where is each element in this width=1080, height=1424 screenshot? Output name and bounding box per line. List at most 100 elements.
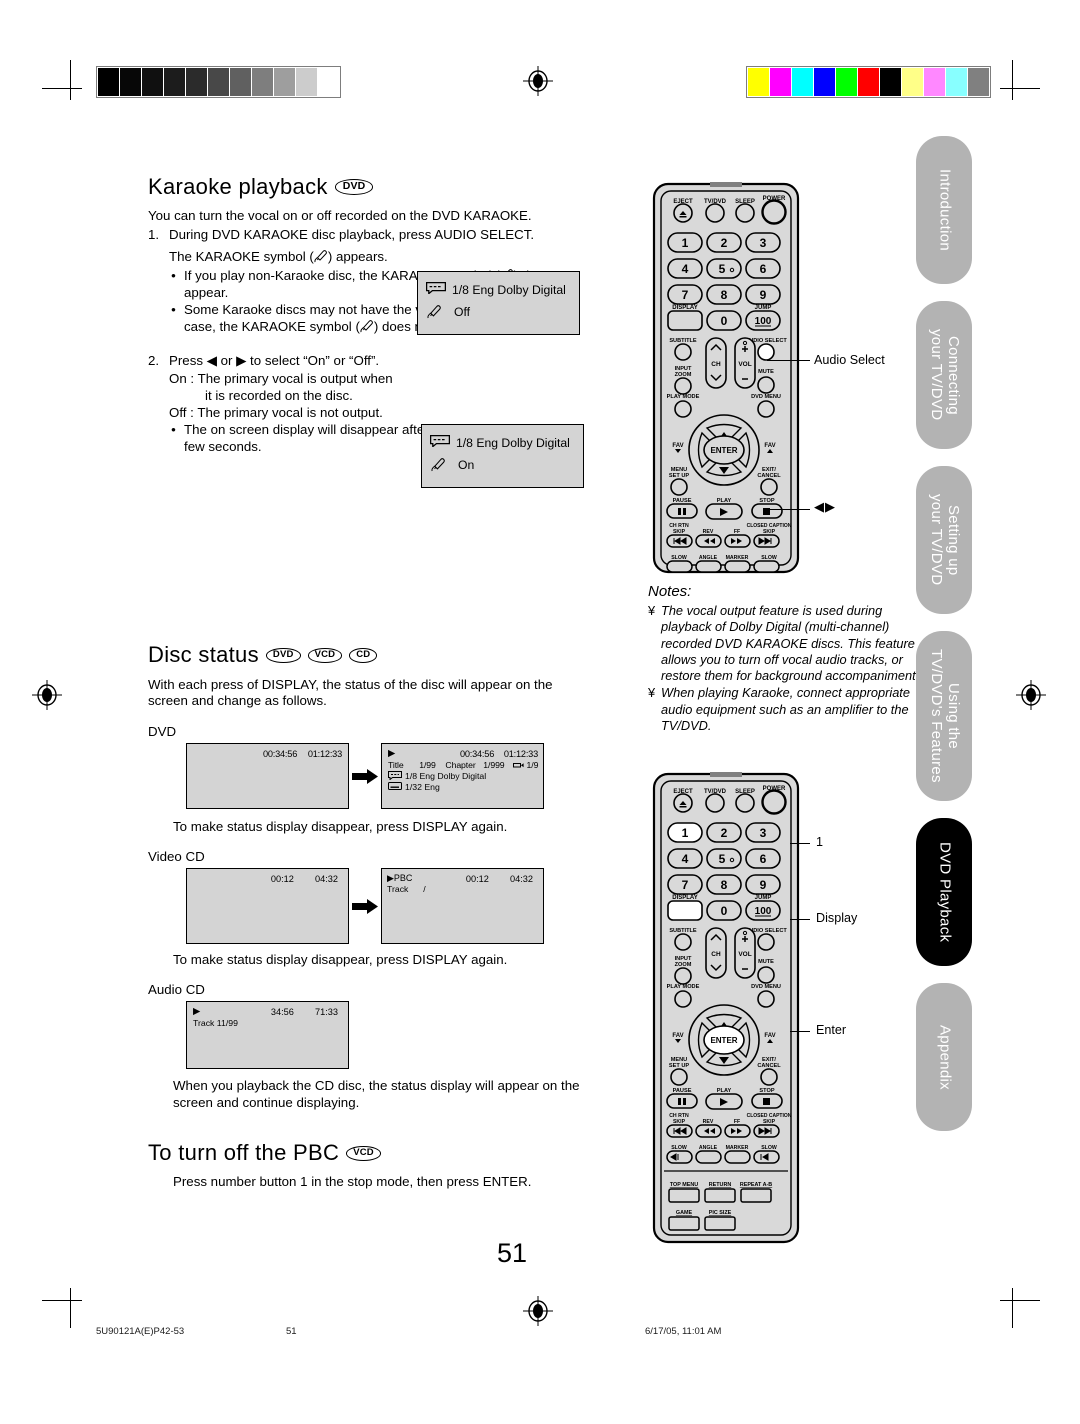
bullet-dot: •	[171, 302, 176, 318]
dvd-chapter-value: 1/999	[483, 759, 505, 770]
svg-text:MUTE: MUTE	[758, 959, 774, 965]
callout-one: 1	[816, 835, 824, 849]
karaoke-steps: 1. During DVD KARAOKE disc playback, pre…	[148, 227, 600, 244]
color-swatch	[858, 68, 879, 96]
audio-cd-screens: ▶ 34:56 71:33 Track 11/99	[148, 1001, 600, 1071]
dvd-elapsed-a: 00:34:56	[262, 748, 298, 759]
crop-mark-bottom-right	[1000, 1288, 1040, 1328]
svg-text:VOL: VOL	[738, 361, 751, 368]
callout-line-one	[790, 843, 810, 844]
svg-text:SLOW: SLOW	[671, 1145, 687, 1151]
vcd-track-label: Track	[387, 884, 409, 895]
svg-text:PAUSE: PAUSE	[673, 1088, 692, 1094]
crop-mark-top-left	[42, 60, 82, 100]
registration-mark-left	[32, 680, 62, 710]
svg-text:5: 5	[719, 852, 726, 866]
callout-left-right: ◀▶	[814, 499, 836, 514]
grayscale-swatch	[274, 68, 295, 96]
dvd-title-label: Title	[388, 759, 404, 770]
svg-text:PAUSE: PAUSE	[673, 498, 692, 504]
color-swatch	[814, 68, 835, 96]
footer-timestamp: 6/17/05, 11:01 AM	[645, 1326, 722, 1337]
svg-text:ANGLE: ANGLE	[699, 1145, 718, 1151]
dvd-screen-before: 00:34:56 01:12:33	[186, 742, 349, 809]
karaoke-step-2: 2. Press ◀ or ▶ to select “On” or “Off”.	[148, 353, 600, 370]
bullet-dot: •	[171, 421, 176, 437]
badge-dvd: DVD	[334, 179, 374, 195]
svg-text:REPEAT A-B: REPEAT A-B	[740, 1182, 772, 1188]
color-swatch	[792, 68, 813, 96]
svg-text:PLAY MODE: PLAY MODE	[667, 984, 700, 990]
sidebar-tab-setting-up-your-tv-dvd[interactable]: Setting up your TV/DVD	[916, 466, 972, 614]
audio-cd-label: Audio CD	[148, 982, 205, 998]
list-item: ¥ When playing Karaoke, connect appropri…	[648, 685, 920, 734]
notes-block: Notes: ¥ The vocal output feature is use…	[648, 583, 920, 735]
svg-text:3: 3	[760, 236, 767, 250]
sidebar-tab-connecting-your-tv-dvd[interactable]: Connecting your TV/DVD	[916, 301, 972, 449]
karaoke-step-2-wrap: 2. Press ◀ or ▶ to select “On” or “Off”.	[148, 353, 600, 370]
karaoke-intro: You can turn the vocal on or off recorde…	[148, 208, 532, 224]
note-text: When playing Karaoke, connect appropriat…	[661, 685, 910, 733]
svg-text:REV: REV	[703, 529, 714, 535]
page-number: 51	[497, 1238, 528, 1268]
grayscale-swatch	[120, 68, 141, 96]
cd-total: 71:33	[315, 1007, 338, 1018]
sidebar-tab-label: DVD Playback	[936, 841, 954, 943]
svg-text:SET UP: SET UP	[669, 1063, 689, 1069]
color-swatch	[968, 68, 989, 96]
disc-status-heading-text: Disc status	[148, 642, 259, 668]
grayscale-swatch	[186, 68, 207, 96]
karaoke-onoff-desc: On : The primary vocal is output when it…	[169, 371, 600, 422]
list-item: ¥ The vocal output feature is used durin…	[648, 603, 920, 684]
yen-bullet-icon: ¥	[648, 603, 656, 618]
disc-status-heading: Disc status DVD VCD CD	[148, 643, 600, 667]
dvd-total-b: 01:12:33	[503, 748, 538, 759]
color-swatch	[770, 68, 791, 96]
registration-mark-bottom	[523, 1296, 553, 1326]
svg-text:ZOOM: ZOOM	[675, 962, 692, 968]
osd-audio-text: 1/8 Eng Dolby Digital	[452, 282, 566, 297]
svg-text:REV: REV	[703, 1119, 714, 1125]
karaoke-symbol-post: ) appears.	[327, 248, 388, 264]
svg-text:1: 1	[682, 826, 689, 840]
sidebar-tab-using-the-tv-dvd-s-features[interactable]: Using the TV/DVD's Features	[916, 631, 972, 801]
svg-text:7: 7	[682, 878, 689, 892]
svg-text:ZOOM: ZOOM	[675, 372, 692, 378]
pbc-text: Press number button 1 in the stop mode, …	[173, 1174, 532, 1190]
callout-line-display	[790, 919, 810, 920]
grayscale-swatch	[230, 68, 251, 96]
svg-text:0: 0	[721, 314, 728, 328]
dvd-total-a: 01:12:33	[307, 748, 342, 759]
on-line-1: On : The primary vocal is output when	[169, 371, 393, 387]
svg-text:FAV: FAV	[672, 1033, 683, 1039]
color-calibration-bar	[746, 66, 991, 98]
karaoke-symbol-line: The KARAOKE symbol () appears.	[169, 249, 600, 264]
play-icon: ▶	[388, 747, 396, 759]
karaoke-step-1: 1. During DVD KARAOKE disc playback, pre…	[148, 227, 600, 244]
svg-text:JUMP: JUMP	[755, 305, 772, 311]
svg-text:SKIP: SKIP	[763, 529, 776, 535]
footer-page: 51	[286, 1326, 297, 1337]
svg-text:DVD MENU: DVD MENU	[751, 984, 781, 990]
svg-text:SLOW: SLOW	[761, 555, 777, 561]
svg-text:100: 100	[755, 316, 772, 327]
svg-text:PIC SIZE: PIC SIZE	[709, 1210, 732, 1216]
grayscale-swatch	[296, 68, 317, 96]
callout-line-audio-select	[767, 360, 810, 361]
svg-text:FAV: FAV	[764, 1033, 775, 1039]
color-swatch	[836, 68, 857, 96]
svg-text:JUMP: JUMP	[755, 895, 772, 901]
notes-title: Notes:	[648, 583, 692, 600]
sidebar-tab-introduction[interactable]: Introduction	[916, 136, 972, 284]
dvd-audio-text: 1/8 Eng Dolby Digital	[405, 771, 487, 782]
svg-text:PLAY: PLAY	[717, 1088, 732, 1094]
sidebar-tab-dvd-playback[interactable]: DVD Playback	[916, 818, 972, 966]
sidebar-tab-label: Introduction	[936, 169, 954, 251]
grayscale-swatch	[318, 68, 339, 96]
svg-text:SLOW: SLOW	[671, 555, 687, 561]
sidebar-tab-appendix[interactable]: Appendix	[916, 983, 972, 1131]
svg-text:6: 6	[760, 852, 767, 866]
vcd-track-value: /	[423, 884, 426, 895]
badge-vcd: VCD	[307, 648, 343, 663]
vcd-pbc-label: PBC	[393, 873, 413, 884]
